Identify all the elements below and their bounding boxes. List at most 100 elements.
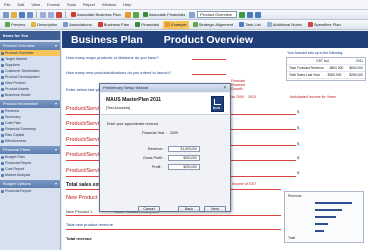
open-folder-icon[interactable]	[11, 11, 17, 18]
strategic-alignment-label: Strategic Alignment	[198, 22, 234, 27]
new-product-label: New Product 1	[66, 209, 93, 214]
speedline-icon	[307, 22, 313, 27]
strategic-alignment-tab[interactable]: Strategic Alignment	[191, 21, 235, 29]
revenue-label: Revenue :	[148, 147, 165, 151]
question-new-products: How many new products/divisions do you i…	[66, 70, 171, 75]
forecast-growth-label: Forecast Revenue Growth	[231, 79, 246, 91]
forecast-summary-table: GST incl 2011 Total Forecast Revenue $80…	[286, 57, 366, 81]
dollar-cell[interactable]: $	[297, 141, 299, 146]
save-icon[interactable]	[19, 11, 25, 18]
list-icon[interactable]	[255, 11, 262, 18]
speedline-plan-label: Speedline Plan	[313, 22, 341, 27]
dollar-cell[interactable]: $	[297, 155, 299, 160]
input-line[interactable]	[192, 74, 226, 75]
chart-icon[interactable]	[124, 11, 131, 18]
table-header-cell: GST incl	[316, 59, 329, 63]
preview-button[interactable]: Preview	[3, 21, 27, 29]
menu-format[interactable]: Format	[47, 2, 60, 7]
undo-icon[interactable]	[40, 11, 46, 18]
table-header: GST incl 2011	[287, 58, 365, 65]
sidebar-group-product-overview[interactable]: Product Overview	[0, 42, 60, 50]
preview-label: Preview	[11, 22, 26, 27]
toolbar-divider	[65, 11, 66, 18]
table-cell: $800,000	[349, 66, 363, 70]
sidebar-group-budget-options[interactable]: Budget Options	[0, 180, 60, 188]
menu-report[interactable]: Report	[83, 2, 95, 7]
anticipated-label: Anticipated Income for Years	[290, 95, 336, 99]
financial-year-label: Financial Year :	[142, 131, 167, 135]
gst-note: Income of GST	[232, 182, 257, 186]
table-row: Total Forecast Revenue $800,000 $800,000	[287, 65, 365, 72]
close-icon[interactable]: ×	[222, 85, 228, 91]
gross-profit-input[interactable]: $500,000	[168, 155, 200, 161]
dollar-cell[interactable]: $	[297, 170, 299, 175]
redo-icon[interactable]	[48, 11, 54, 18]
sidebar: Items for You Product Overview Product O…	[0, 31, 61, 250]
menu-edit[interactable]: Edit	[17, 2, 24, 7]
menu-view[interactable]: View	[31, 2, 40, 7]
example-tab[interactable]: Example	[163, 20, 189, 29]
sidebar-item[interactable]: Financial Report	[0, 188, 60, 194]
report-select[interactable]: Product Overview	[197, 11, 238, 18]
description-label: Description	[37, 22, 58, 27]
sidebar-group-financial-plans[interactable]: Financial Plans	[0, 146, 60, 154]
new-icon[interactable]	[3, 11, 9, 18]
go-icon[interactable]	[239, 11, 246, 18]
chart-bar	[315, 223, 328, 225]
total-revenue-label: Total revenue	[66, 236, 92, 241]
revenue-mini-chart: Revenue Total	[284, 191, 364, 243]
input-line[interactable]	[192, 59, 226, 60]
calc-icon[interactable]	[132, 11, 139, 18]
next-button[interactable]: Next	[204, 206, 226, 212]
financials-tab-label: Financials	[141, 22, 160, 27]
description-button[interactable]: Description	[29, 21, 59, 29]
sidebar-item[interactable]: Business Model	[0, 92, 60, 98]
associate-financials-button[interactable]: Associate Financials	[141, 11, 187, 19]
help-icon[interactable]	[189, 11, 196, 18]
dollar-cell[interactable]: $	[297, 109, 299, 114]
delete-icon[interactable]	[56, 11, 62, 18]
associations-icon	[63, 22, 69, 27]
total-new-label: Total new product revenue	[66, 222, 113, 227]
menu-window[interactable]: Window	[102, 2, 116, 7]
revenue-input[interactable]: $1,600,000	[168, 146, 200, 152]
example-label: Example	[171, 22, 187, 27]
menu-help[interactable]: Help	[123, 2, 131, 7]
associations-button[interactable]: Associations	[61, 21, 93, 29]
company-name: [Test Accounts]	[106, 106, 131, 110]
chart-bar	[315, 202, 352, 204]
financials-tab-icon	[135, 22, 141, 27]
grid-icon[interactable]	[247, 11, 254, 18]
business-plan-tab[interactable]: Business Plan	[96, 21, 131, 29]
associations-label: Associations	[69, 22, 92, 27]
business-plan-tab-icon	[97, 22, 103, 27]
menu-tools[interactable]: Tools	[67, 2, 76, 7]
table-cell: $800,000	[329, 66, 344, 70]
chart-bar	[315, 230, 324, 232]
chart-bar	[315, 209, 342, 211]
menu-bar: File Edit View Format Tools Report Windo…	[0, 0, 368, 10]
associate-business-plan-button[interactable]: Associate Business Plan	[69, 11, 123, 19]
table-row: Total Sales Last Year $280,000 $280,000	[287, 72, 365, 79]
chart-bar	[315, 216, 336, 218]
speedline-plan-tab[interactable]: Speedline Plan	[306, 21, 343, 29]
chart-title: Revenue	[288, 194, 302, 198]
row-divider	[66, 215, 281, 216]
financial-year-value: 2009	[170, 131, 178, 135]
task-list-tab[interactable]: Task List	[237, 21, 263, 29]
table-cell: $280,000	[327, 73, 342, 77]
sidebar-group-product-information[interactable]: Product Information	[0, 100, 60, 108]
back-button[interactable]: Back	[178, 206, 200, 212]
sidebar-item[interactable]: Market Analysis	[0, 172, 60, 178]
dollar-cell[interactable]: $	[297, 125, 299, 130]
additional-notes-tab[interactable]: Additional Notes	[265, 21, 304, 29]
sidebar-item[interactable]: Effectiveness	[0, 138, 60, 144]
notes-icon	[266, 22, 272, 27]
dialog-titlebar: Preliminary Setup Wizard ×	[100, 84, 230, 92]
description-icon	[31, 22, 37, 27]
profit-input[interactable]: $200,000	[168, 164, 200, 170]
financials-tab[interactable]: Financials	[133, 21, 161, 29]
print-icon[interactable]	[27, 11, 33, 18]
menu-file[interactable]: File	[4, 2, 10, 7]
cancel-button[interactable]: Cancel	[138, 206, 160, 212]
